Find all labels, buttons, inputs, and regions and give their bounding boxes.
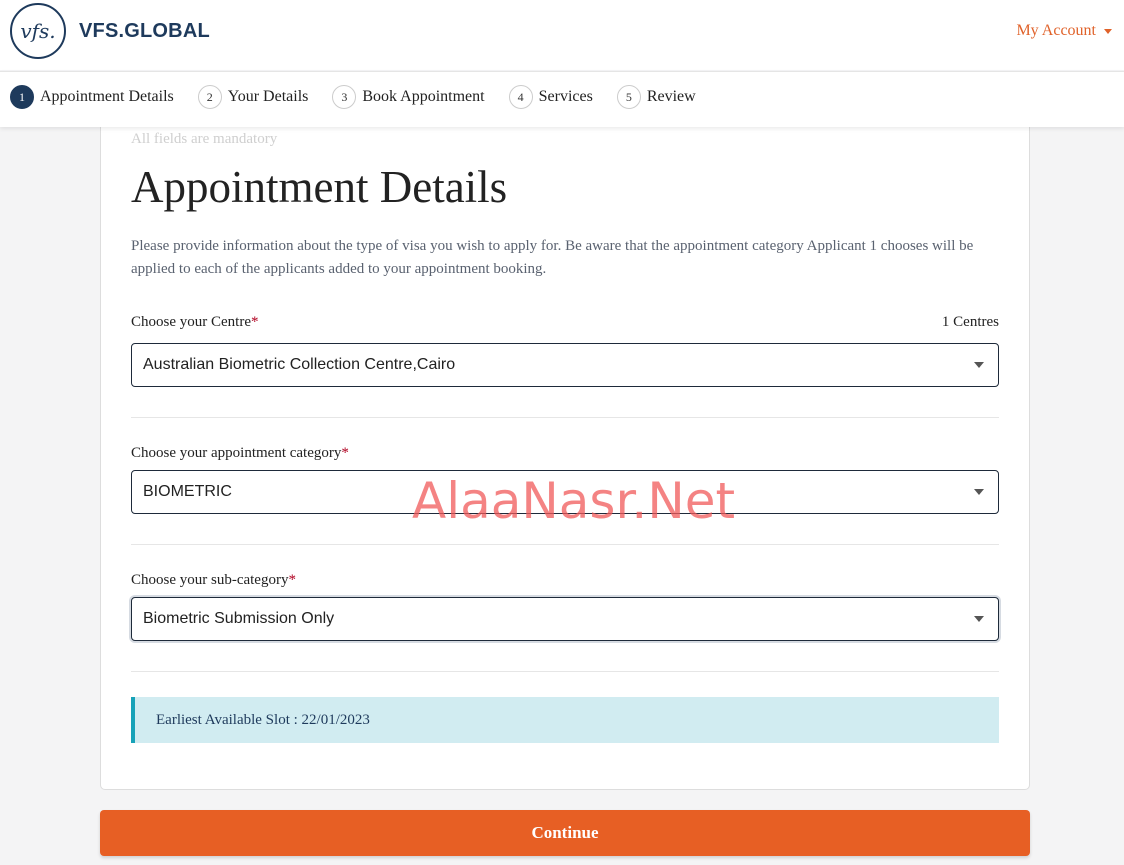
divider bbox=[131, 544, 999, 545]
step-number: 2 bbox=[197, 85, 222, 109]
step-your-details[interactable]: 2 Your Details bbox=[197, 85, 309, 109]
divider bbox=[131, 671, 999, 672]
subcategory-label-text: Choose your sub-category bbox=[131, 572, 289, 588]
dropdown-arrow-icon bbox=[974, 616, 984, 622]
step-number: 4 bbox=[508, 85, 533, 109]
centre-select[interactable]: Australian Biometric Collection Centre,C… bbox=[131, 343, 999, 387]
centre-label: Choose your Centre* bbox=[131, 314, 258, 331]
step-number: 1 bbox=[10, 85, 34, 109]
earliest-slot-alert: Earliest Available Slot : 22/01/2023 bbox=[131, 697, 999, 743]
caret-down-icon bbox=[1104, 28, 1112, 34]
divider bbox=[131, 417, 999, 418]
step-book-appointment[interactable]: 3 Book Appointment bbox=[332, 85, 485, 109]
page-title: Appointment Details bbox=[131, 162, 508, 212]
my-account-label: My Account bbox=[1016, 22, 1096, 39]
progress-stepper: 1 Appointment Details 2 Your Details 3 B… bbox=[0, 71, 1124, 127]
step-number: 3 bbox=[332, 85, 357, 109]
category-label-text: Choose your appointment category bbox=[131, 445, 342, 461]
required-mark: * bbox=[288, 572, 296, 588]
step-label: Review bbox=[646, 88, 696, 105]
logo-mark: vfs. bbox=[20, 19, 56, 43]
subcategory-label: Choose your sub-category* bbox=[131, 572, 296, 589]
continue-button[interactable]: Continue bbox=[100, 810, 1030, 856]
vfs-logo-icon[interactable]: vfs. bbox=[10, 3, 66, 59]
top-header: vfs. VFS.GLOBAL My Account bbox=[0, 0, 1124, 70]
centre-select-value: Australian Biometric Collection Centre,C… bbox=[143, 356, 456, 373]
centres-count: 1 Centres bbox=[941, 314, 999, 330]
step-number: 5 bbox=[616, 85, 641, 109]
required-mark: * bbox=[250, 314, 259, 330]
subcategory-select[interactable]: Biometric Submission Only bbox=[131, 597, 999, 641]
step-label: Appointment Details bbox=[40, 88, 174, 105]
mandatory-note: All fields are mandatory bbox=[131, 131, 278, 147]
subcategory-select-value: Biometric Submission Only bbox=[143, 610, 335, 627]
step-review[interactable]: 5 Review bbox=[616, 85, 696, 109]
appointment-form-card: All fields are mandatory Appointment Det… bbox=[100, 110, 1030, 790]
step-label: Your Details bbox=[227, 88, 309, 105]
my-account-menu[interactable]: My Account bbox=[1016, 22, 1112, 40]
category-select[interactable]: BIOMETRIC bbox=[131, 470, 999, 514]
dropdown-arrow-icon bbox=[974, 362, 984, 368]
category-label: Choose your appointment category* bbox=[131, 445, 349, 462]
step-label: Services bbox=[538, 88, 593, 105]
category-select-value: BIOMETRIC bbox=[143, 483, 232, 500]
intro-text: Please provide information about the typ… bbox=[131, 238, 974, 277]
centre-label-text: Choose your Centre bbox=[131, 314, 251, 330]
required-mark: * bbox=[341, 445, 349, 461]
step-appointment-details[interactable]: 1 Appointment Details bbox=[10, 85, 174, 109]
logo-text[interactable]: VFS.GLOBAL bbox=[79, 20, 210, 43]
step-services[interactable]: 4 Services bbox=[508, 85, 593, 109]
step-label: Book Appointment bbox=[362, 88, 485, 105]
dropdown-arrow-icon bbox=[974, 489, 984, 495]
